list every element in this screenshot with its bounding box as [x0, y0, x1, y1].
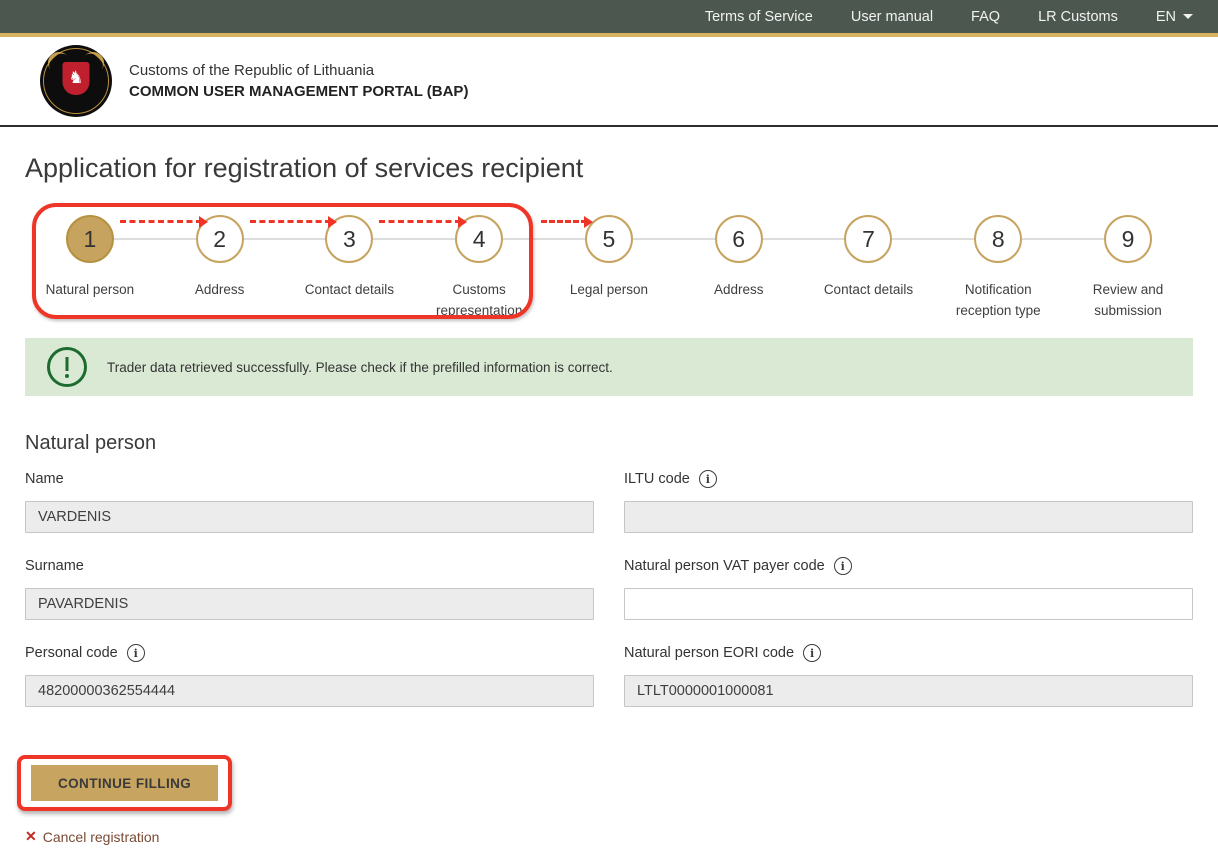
personal-code-label-text: Personal code: [25, 645, 118, 661]
info-icon[interactable]: i: [834, 557, 852, 575]
form-actions: CONTINUE FILLING ✕ Cancel registration: [25, 755, 1193, 845]
surname-input: [25, 588, 594, 620]
natural-person-form: Name ILTU code i Surname Natural person …: [25, 470, 1193, 707]
red-x-icon: ✕: [25, 828, 37, 845]
nav-user-manual[interactable]: User manual: [851, 9, 933, 25]
name-label-text: Name: [25, 471, 64, 487]
iltu-code-label-text: ILTU code: [624, 471, 690, 487]
info-icon[interactable]: i: [803, 644, 821, 662]
eori-code-input: [624, 675, 1193, 707]
step-4-circle[interactable]: 4: [455, 215, 503, 263]
exclamation-circle-icon: [47, 347, 87, 387]
brand-text: Customs of the Republic of Lithuania COM…: [129, 62, 468, 100]
step-2-address: 2 Address: [155, 200, 285, 322]
personal-code-label: Personal code i: [25, 644, 594, 662]
field-eori-code: Natural person EORI code i: [624, 644, 1193, 707]
step-8-label: Notification reception type: [939, 280, 1057, 322]
step-6-circle[interactable]: 6: [715, 215, 763, 263]
vytis-knight-icon: ♞: [68, 69, 83, 86]
emblem-red-shield: ♞: [63, 62, 90, 95]
field-name: Name: [25, 470, 594, 533]
field-surname: Surname: [25, 557, 594, 620]
step-8-circle[interactable]: 8: [974, 215, 1022, 263]
step-wizard: 1 Natural person 2 Address 3 Contact det…: [25, 200, 1193, 324]
step-5-legal-person: 5 Legal person: [544, 200, 674, 322]
step-9-review-and-submission: 9 Review and submission: [1063, 200, 1193, 322]
eori-code-label-text: Natural person EORI code: [624, 645, 794, 661]
name-label: Name: [25, 470, 594, 488]
nav-faq[interactable]: FAQ: [971, 9, 1000, 25]
vat-payer-code-input[interactable]: [624, 588, 1193, 620]
info-icon[interactable]: i: [127, 644, 145, 662]
step-5-label: Legal person: [550, 280, 668, 301]
step-6-label: Address: [680, 280, 798, 301]
cancel-registration-link[interactable]: ✕ Cancel registration: [25, 828, 159, 845]
step-9-circle[interactable]: 9: [1104, 215, 1152, 263]
step-4-label: Customs representation: [420, 280, 538, 322]
step-3-contact-details: 3 Contact details: [285, 200, 415, 322]
language-dropdown[interactable]: EN: [1156, 9, 1193, 25]
step-3-circle[interactable]: 3: [325, 215, 373, 263]
red-annotation-box-continue-button: CONTINUE FILLING: [17, 755, 232, 811]
step-2-label: Address: [161, 280, 279, 301]
portal-header: ♞ Customs of the Republic of Lithuania C…: [0, 37, 1218, 127]
customs-emblem-logo: ♞: [40, 45, 112, 117]
cancel-registration-label: Cancel registration: [43, 829, 160, 845]
continue-filling-button[interactable]: CONTINUE FILLING: [31, 765, 218, 801]
page-title: Application for registration of services…: [25, 153, 1193, 184]
field-vat-payer-code: Natural person VAT payer code i: [624, 557, 1193, 620]
step-7-circle[interactable]: 7: [844, 215, 892, 263]
section-title-natural-person: Natural person: [25, 432, 1193, 455]
language-label: EN: [1156, 9, 1176, 25]
success-alert: Trader data retrieved successfully. Plea…: [25, 338, 1193, 396]
step-1-natural-person: 1 Natural person: [25, 200, 155, 322]
info-icon[interactable]: i: [699, 470, 717, 488]
field-iltu-code: ILTU code i: [624, 470, 1193, 533]
step-8-notification-reception-type: 8 Notification reception type: [933, 200, 1063, 322]
field-personal-code: Personal code i: [25, 644, 594, 707]
step-2-circle[interactable]: 2: [196, 215, 244, 263]
nav-terms-of-service[interactable]: Terms of Service: [705, 9, 813, 25]
vat-payer-code-label: Natural person VAT payer code i: [624, 557, 1193, 575]
step-1-circle[interactable]: 1: [66, 215, 114, 263]
alert-message: Trader data retrieved successfully. Plea…: [107, 360, 613, 375]
step-7-label: Contact details: [809, 280, 927, 301]
step-1-label: Natural person: [31, 280, 149, 301]
step-6-address: 6 Address: [674, 200, 804, 322]
step-3-label: Contact details: [290, 280, 408, 301]
surname-label: Surname: [25, 557, 594, 575]
org-name: Customs of the Republic of Lithuania: [129, 62, 468, 79]
iltu-code-label: ILTU code i: [624, 470, 1193, 488]
surname-label-text: Surname: [25, 558, 84, 574]
step-5-circle[interactable]: 5: [585, 215, 633, 263]
step-list: 1 Natural person 2 Address 3 Contact det…: [25, 200, 1193, 322]
step-9-label: Review and submission: [1069, 280, 1187, 322]
portal-name: COMMON USER MANAGEMENT PORTAL (BAP): [129, 83, 468, 100]
main-content: Application for registration of services…: [0, 153, 1218, 845]
name-input: [25, 501, 594, 533]
top-navigation-bar: Terms of Service User manual FAQ LR Cust…: [0, 0, 1218, 37]
step-7-contact-details: 7 Contact details: [804, 200, 934, 322]
personal-code-input: [25, 675, 594, 707]
chevron-down-icon: [1183, 14, 1193, 19]
iltu-code-input: [624, 501, 1193, 533]
nav-lr-customs[interactable]: LR Customs: [1038, 9, 1118, 25]
vat-payer-code-label-text: Natural person VAT payer code: [624, 558, 825, 574]
step-4-customs-representation: 4 Customs representation: [414, 200, 544, 322]
eori-code-label: Natural person EORI code i: [624, 644, 1193, 662]
